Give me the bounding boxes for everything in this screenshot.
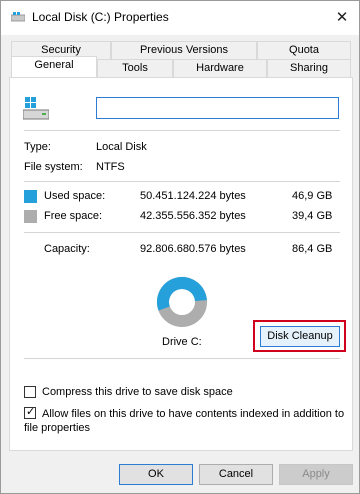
disk-usage-donut	[157, 277, 207, 327]
type-label: Type:	[24, 141, 51, 153]
general-panel: Type: Local Disk File system: NTFS Used …	[9, 77, 353, 451]
tab-previous-versions[interactable]: Previous Versions	[111, 41, 257, 59]
ok-button[interactable]: OK	[119, 464, 193, 485]
drive-icon	[11, 12, 25, 22]
apply-button[interactable]: Apply	[279, 464, 353, 485]
capacity-label: Capacity:	[44, 243, 90, 255]
compress-checkbox[interactable]	[24, 386, 36, 398]
tab-tools[interactable]: Tools	[97, 59, 173, 77]
used-space-bytes: 50.451.124.224 bytes	[140, 190, 246, 202]
title-bar: Local Disk (C:) Properties ✕	[1, 1, 359, 35]
free-space-label: Free space:	[44, 210, 103, 222]
separator	[24, 181, 340, 182]
window-title: Local Disk (C:) Properties	[32, 10, 169, 24]
drive-large-icon	[23, 97, 49, 120]
compress-label: Compress this drive to save disk space	[42, 386, 233, 398]
used-space-size: 46,9 GB	[292, 190, 333, 202]
used-space-label: Used space:	[44, 190, 106, 202]
close-button[interactable]: ✕	[329, 5, 355, 29]
type-value: Local Disk	[96, 141, 147, 153]
drive-label: Drive C:	[162, 336, 202, 348]
index-label-line1: Allow files on this drive to have conten…	[42, 408, 345, 420]
close-icon: ✕	[335, 9, 349, 26]
tab-sharing[interactable]: Sharing	[267, 59, 351, 77]
capacity-size: 86,4 GB	[292, 243, 333, 255]
free-space-size: 39,4 GB	[292, 210, 333, 222]
tab-quota[interactable]: Quota	[257, 41, 351, 59]
tab-strip: Security Previous Versions Quota General…	[11, 41, 351, 79]
used-space-swatch	[24, 190, 37, 203]
cancel-button[interactable]: Cancel	[199, 464, 273, 485]
tab-hardware[interactable]: Hardware	[173, 59, 267, 77]
index-label-line2: file properties	[24, 422, 91, 434]
index-checkbox[interactable]: ✓	[24, 406, 36, 419]
separator	[24, 358, 340, 359]
drive-name-input[interactable]	[96, 97, 339, 119]
free-space-swatch	[24, 210, 37, 223]
file-system-label: File system:	[24, 161, 83, 173]
free-space-bytes: 42.355.556.352 bytes	[140, 210, 246, 222]
checkmark-icon: ✓	[26, 406, 36, 418]
separator	[24, 130, 340, 131]
file-system-value: NTFS	[96, 161, 125, 173]
separator	[24, 232, 340, 233]
capacity-bytes: 92.806.680.576 bytes	[140, 243, 246, 255]
properties-window: Local Disk (C:) Properties ✕ Security Pr…	[0, 0, 360, 494]
disk-cleanup-button[interactable]: Disk Cleanup	[260, 326, 340, 347]
tab-general[interactable]: General	[11, 56, 97, 77]
